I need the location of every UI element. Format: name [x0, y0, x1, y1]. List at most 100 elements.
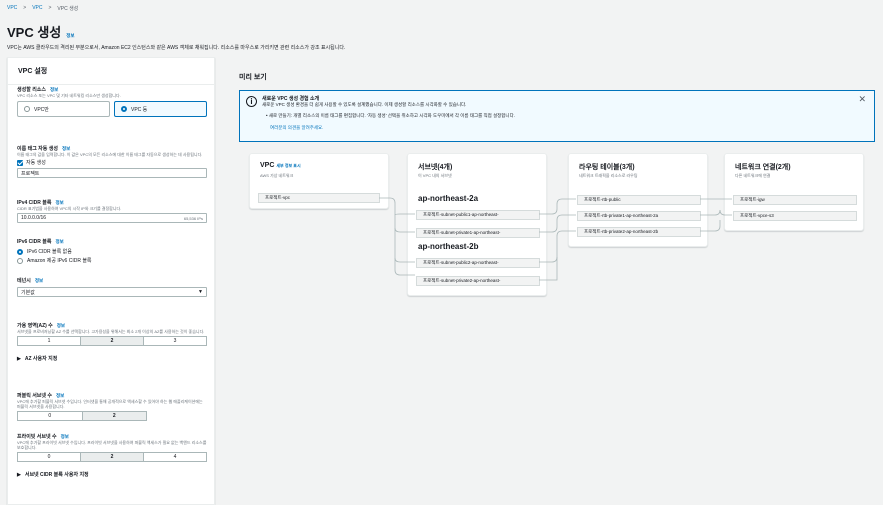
ipv4-description: CIDR 표기법을 사용하여 VPC의 시작 IP와 크기를 결정합니다. — [17, 206, 122, 211]
page-description: VPC는 AWS 클라우드의 격리된 부분으로서, Amazon EC2 인스턴… — [7, 45, 346, 51]
private-option-2[interactable]: 2 — [81, 453, 144, 461]
subnets-card-title: 서브넷(4개) — [418, 164, 453, 171]
page-title-text: VPC 생성 — [7, 25, 62, 40]
connection-node[interactable]: 프로젝트-vpce-s3 — [733, 211, 857, 221]
az-label: 가용 영역(AZ) 수 정보 — [17, 322, 207, 329]
az-option-1[interactable]: 1 — [18, 337, 81, 345]
alert-title: 새로운 VPC 생성 경험 소개 — [262, 96, 320, 102]
az-info-link[interactable]: 정보 — [57, 323, 65, 328]
page-info-link[interactable]: 정보 — [66, 33, 74, 39]
az-field: 가용 영역(AZ) 수 정보 서브넷을 프로비저닝할 AZ 수를 선택합니다. 고… — [17, 322, 207, 362]
vpc-node[interactable]: 프로젝트-vpc — [258, 193, 380, 203]
caret-down-icon: ▼ — [198, 289, 203, 295]
private-subnets-info-link[interactable]: 정보 — [61, 434, 69, 439]
az-customize-label: AZ 사용자 지정 — [24, 356, 58, 362]
public-option-0[interactable]: 0 — [18, 412, 83, 420]
public-subnets-selector: 0 2 — [17, 411, 147, 421]
ipv6-field: IPv6 CIDR 블록 정보 IPv6 CIDR 블록 없음 Amazon 제공… — [17, 238, 207, 264]
route-table-node[interactable]: 프로젝트-rtb-private1-ap-northeast-2a — [577, 211, 701, 221]
public-subnets-field: 퍼블릭 서브넷 수 정보 VPC에 추가할 퍼블릭 서브넷 수입니다. 인터넷을 … — [17, 392, 207, 421]
az-description: 서브넷을 프로비저닝할 AZ 수를 선택합니다. 고가용성을 위해서는 최소 2… — [17, 329, 205, 334]
tenancy-select[interactable]: 기본값 ▼ — [17, 287, 207, 297]
auto-generate-checkbox[interactable]: 자동 생성 — [17, 159, 207, 166]
az-count-selector: 1 2 3 — [17, 336, 207, 346]
auto-generate-label: 자동 생성 — [26, 160, 46, 166]
ipv4-cidr-input[interactable]: 10.0.0.0/16 65,536 IPs — [17, 213, 207, 223]
nametag-input[interactable]: 프로젝트 — [17, 168, 207, 178]
caret-right-icon: ▶ — [17, 471, 21, 478]
vpc-and-more-option[interactable]: VPC 등 — [114, 101, 207, 117]
breadcrumb-current: VPC 생성 — [57, 6, 79, 12]
network-connections-subtitle: 다른 네트워크에 연결 — [735, 173, 771, 178]
alert-bullet: • 새로 만들기: 개별 리소스의 이름 태그를 편집합니다. '자동 생성' … — [266, 113, 515, 118]
resources-label: 생성할 리소스 정보 — [17, 86, 207, 93]
connection-node[interactable]: 프로젝트-igw — [733, 195, 857, 205]
subnet-node[interactable]: 프로젝트-subnet-private1-ap-northeast- — [416, 228, 540, 238]
private-subnets-label: 프라이빗 서브넷 수 정보 — [17, 433, 207, 440]
ipv6-amazon-option[interactable]: Amazon 제공 IPv6 CIDR 블록 — [17, 257, 207, 264]
tenancy-info-link[interactable]: 정보 — [35, 278, 43, 283]
nametag-field: 이름 태그 자동 생성 정보 이름 태그의 값을 입력합니다. 이 값은 VPC의… — [17, 145, 207, 178]
public-subnets-label: 퍼블릭 서브넷 수 정보 — [17, 392, 207, 399]
private-subnets-description: VPC에 추가할 프라이빗 서브넷 수입니다. 프라이빗 서브넷을 사용하여 퍼… — [17, 440, 207, 450]
public-subnets-description: VPC에 추가할 퍼블릭 서브넷 수입니다. 인터넷을 통해 공개적으로 액세스… — [17, 399, 203, 409]
vpc-details-link[interactable]: 세부 정보 표시 — [276, 163, 300, 168]
feedback-link[interactable]: 여러분의 의견을 알려주세요. — [270, 125, 323, 131]
breadcrumb-separator: > — [48, 5, 52, 11]
vpc-only-option[interactable]: VPC만 — [17, 101, 110, 117]
breadcrumb: VPC > VPC > VPC 생성 — [7, 5, 78, 12]
route-tables-subtitle: 네트워크 트래픽을 리소스로 라우팅 — [579, 173, 638, 178]
ipv6-info-link[interactable]: 정보 — [56, 239, 64, 244]
vpc-and-more-label: VPC 등 — [131, 106, 148, 113]
public-option-2[interactable]: 2 — [82, 412, 146, 420]
checkbox-checked-icon — [17, 159, 23, 166]
vpc-settings-panel: VPC 설정 생성할 리소스 정보 VPC 리소스 또는 VPC 및 기타 네트워… — [7, 57, 215, 505]
subnet-node[interactable]: 프로젝트-subnet-public2-ap-northeast- — [416, 258, 540, 268]
subnet-cidr-customize-expander[interactable]: ▶ 서브넷 CIDR 블록 사용자 지정 — [17, 471, 207, 479]
tenancy-value: 기본값 — [21, 289, 35, 296]
ipv4-label: IPv4 CIDR 블록 정보 — [17, 199, 207, 206]
resources-info-link[interactable]: 정보 — [50, 87, 58, 92]
breadcrumb-separator: > — [23, 5, 27, 11]
vpc-card: VPC 세부 정보 표시 AWS 가상 네트워크 프로젝트-vpc — [249, 153, 389, 209]
vpc-only-label: VPC만 — [34, 106, 49, 113]
nametag-info-link[interactable]: 정보 — [62, 146, 70, 151]
alert-bullet-text: 새로 만들기: 개별 리소스의 이름 태그를 편집합니다. '자동 생성' 선택… — [268, 113, 515, 118]
subnet-node[interactable]: 프로젝트-subnet-private2-ap-northeast- — [416, 276, 540, 286]
preview-title: 미리 보기 — [239, 74, 267, 81]
ipv6-amazon-label: Amazon 제공 IPv6 CIDR 블록 — [27, 258, 92, 264]
az-customize-expander[interactable]: ▶ AZ 사용자 지정 — [17, 355, 207, 363]
alert-body: 새로운 VPC 생성 환경을 더 쉽게 사용할 수 있도록 설계했습니다. 이제… — [262, 102, 467, 107]
breadcrumb-vpc-link[interactable]: VPC — [7, 5, 17, 12]
radio-selected-icon — [121, 106, 127, 112]
radio-icon — [17, 257, 23, 264]
subnet-node[interactable]: 프로젝트-subnet-public1-ap-northeast- — [416, 210, 540, 220]
route-table-node[interactable]: 프로젝트-rtb-public — [577, 195, 701, 205]
subnet-cidr-customize-label: 서브넷 CIDR 블록 사용자 지정 — [24, 472, 89, 478]
route-tables-card: 라우팅 테이블(3개) 네트워크 트래픽을 리소스로 라우팅 프로젝트-rtb-… — [568, 153, 708, 247]
info-circle-icon: i — [246, 96, 257, 107]
az-option-3[interactable]: 3 — [144, 337, 206, 345]
caret-right-icon: ▶ — [17, 355, 21, 362]
nametag-value: 프로젝트 — [21, 170, 40, 177]
ipv6-label-text: IPv6 CIDR 블록 — [17, 239, 52, 245]
route-tables-title: 라우팅 테이블(3개) — [579, 164, 635, 171]
ipv6-none-option[interactable]: IPv6 CIDR 블록 없음 — [17, 248, 207, 255]
page-title: VPC 생성 정보 — [7, 22, 75, 41]
az-option-2[interactable]: 2 — [81, 337, 144, 345]
private-option-0[interactable]: 0 — [18, 453, 81, 461]
tenancy-label-text: 테넌시 — [17, 278, 31, 284]
radio-icon — [24, 106, 30, 112]
breadcrumb-vpc2-link[interactable]: VPC — [32, 5, 42, 12]
close-icon[interactable]: ✕ — [858, 94, 866, 105]
radio-selected-icon — [17, 248, 23, 255]
route-table-node[interactable]: 프로젝트-rtb-private2-ap-northeast-2b — [577, 227, 701, 237]
ipv4-info-link[interactable]: 정보 — [56, 200, 64, 205]
private-subnets-selector: 0 2 4 — [17, 452, 207, 462]
tenancy-label: 테넌시 정보 — [17, 277, 207, 284]
ipv4-field: IPv4 CIDR 블록 정보 CIDR 표기법을 사용하여 VPC의 시작 IP… — [17, 199, 207, 223]
resources-description: VPC 리소스 또는 VPC 및 기타 네트워킹 리소스만 생성합니다. — [17, 93, 121, 98]
private-option-4[interactable]: 4 — [144, 453, 206, 461]
public-subnets-info-link[interactable]: 정보 — [56, 393, 64, 398]
ipv6-label: IPv6 CIDR 블록 정보 — [17, 238, 207, 245]
